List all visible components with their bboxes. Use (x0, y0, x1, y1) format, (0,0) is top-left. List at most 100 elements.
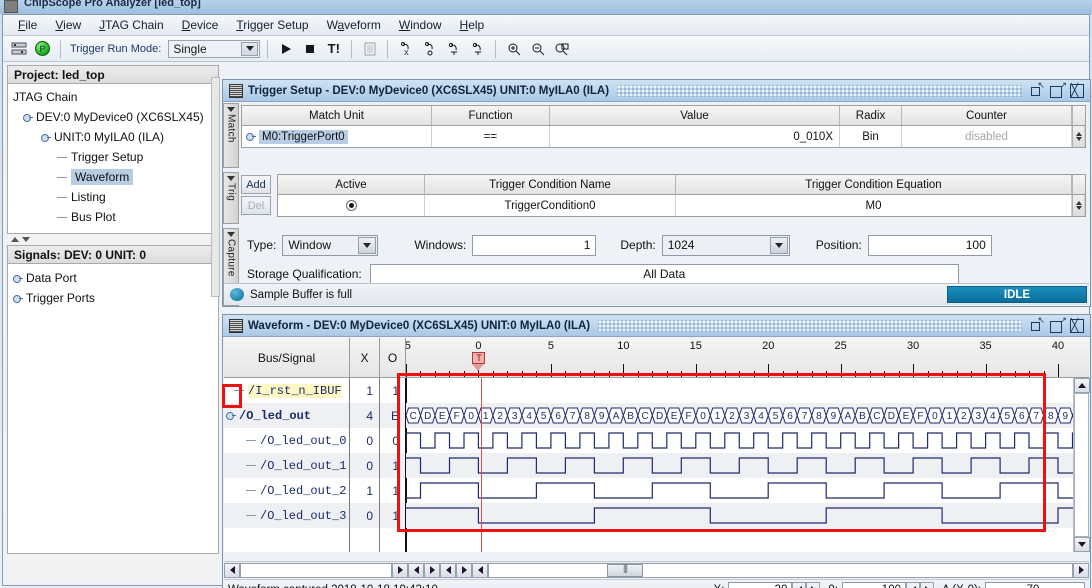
match-grid-scroll[interactable] (1072, 126, 1085, 147)
trig-grid-scroll[interactable] (1072, 195, 1085, 216)
menu-trigger-setup[interactable]: Trigger Setup (227, 16, 317, 34)
menu-help[interactable]: Help (451, 16, 494, 34)
wave-scroll-track[interactable] (488, 563, 1073, 578)
add-button[interactable]: Add (241, 175, 271, 194)
tree-item-bus-plot[interactable]: Bus Plot (13, 207, 218, 227)
maximize-icon[interactable] (1050, 84, 1064, 98)
stop-icon[interactable] (299, 39, 320, 59)
o-scroll-left-button[interactable] (440, 563, 456, 578)
o-scroll-right-button[interactable] (456, 563, 472, 578)
cell-match-unit[interactable]: M0:TriggerPort0 (242, 126, 432, 147)
expand-knob-icon[interactable] (41, 133, 50, 142)
trigger-run-mode-select[interactable]: Single (168, 40, 260, 58)
chevron-down-icon[interactable] (358, 237, 376, 254)
signals-tree[interactable]: Data Port Trigger Ports (7, 264, 219, 554)
waveform-titlebar[interactable]: Waveform - DEV:0 MyDevice0 (XC6SLX45) UN… (223, 315, 1090, 337)
expand-knob-icon[interactable] (226, 411, 235, 420)
close-icon[interactable] (1070, 319, 1084, 333)
tree-item-jtag-chain[interactable]: JTAG Chain (13, 87, 218, 107)
cursor-x-decrement[interactable] (792, 582, 806, 588)
tree-item-waveform[interactable]: Waveform (13, 167, 218, 187)
names-scroll-track[interactable] (240, 563, 392, 578)
cell-value[interactable]: 0_010X (550, 126, 840, 147)
cell-counter[interactable]: disabled (902, 126, 1072, 147)
project-tree[interactable]: JTAG Chain DEV:0 MyDevice0 (XC6SLX45) UN… (7, 84, 219, 234)
close-icon[interactable] (1070, 84, 1084, 98)
x-scroll-right-button[interactable] (424, 563, 440, 578)
wave-scroll-left-button[interactable] (472, 563, 488, 578)
menu-waveform[interactable]: Waveform (318, 16, 390, 34)
trigger-setup-titlebar[interactable]: Trigger Setup - DEV:0 MyDevice0 (XC6SLX4… (223, 80, 1090, 102)
expand-knob-icon[interactable] (13, 294, 22, 303)
waveform-vertical-scrollbar[interactable] (1073, 378, 1089, 552)
del-button[interactable]: Del (241, 196, 271, 215)
wave-scroll-right-button[interactable] (1073, 563, 1089, 578)
tab-trig[interactable]: Trig (223, 172, 239, 224)
tree-item-trigger-setup[interactable]: Trigger Setup (13, 147, 218, 167)
storage-qualification-input[interactable]: All Data (370, 264, 959, 285)
cursor-t-icon[interactable] (443, 39, 464, 59)
expand-knob-icon[interactable] (246, 132, 255, 141)
tree-item-device[interactable]: DEV:0 MyDevice0 (XC6SLX45) (13, 107, 218, 127)
cell-condition-name[interactable]: TriggerCondition0 (425, 195, 676, 216)
table-row[interactable]: M0:TriggerPort0 == 0_010X Bin disabled (241, 126, 1086, 148)
signals-item-trigger-ports[interactable]: Trigger Ports (13, 288, 218, 308)
capture-type-select[interactable]: Window (282, 235, 378, 256)
cell-active[interactable] (278, 195, 425, 216)
minimize-icon[interactable] (1030, 319, 1044, 333)
chevron-down-icon[interactable] (770, 237, 788, 254)
signal-name-row[interactable]: /O_led_out_1 (224, 453, 349, 478)
cell-function[interactable]: == (432, 126, 550, 147)
cell-radix[interactable]: Bin (840, 126, 902, 147)
menu-device[interactable]: Device (173, 16, 228, 34)
cursor-o-decrement[interactable] (906, 582, 920, 588)
signals-item-data-port[interactable]: Data Port (13, 268, 218, 288)
scroll-up-button[interactable] (1074, 378, 1090, 393)
tab-match[interactable]: Match (223, 103, 239, 168)
cursor-x-value[interactable]: -30 (728, 582, 792, 588)
cursor-x-icon[interactable]: X (395, 39, 416, 59)
time-ruler[interactable]: -50510152025303540T (406, 338, 1073, 377)
signal-names-column[interactable]: /I_rst_n_IBUF/O_led_out/O_led_out_0/O_le… (224, 378, 350, 552)
signal-name-row[interactable]: /O_led_out_3 (224, 503, 349, 528)
capture-depth-select[interactable]: 1024 (662, 235, 790, 256)
tree-item-listing[interactable]: Listing (13, 187, 218, 207)
menu-jtag-chain[interactable]: JTAG Chain (90, 16, 172, 34)
cursor-o-increment[interactable] (920, 582, 934, 588)
zoom-out-icon[interactable] (527, 39, 548, 59)
cursor-o-stepper[interactable] (906, 582, 934, 588)
active-radio[interactable] (346, 200, 357, 211)
capture-windows-input[interactable]: 1 (472, 235, 596, 256)
chevron-down-icon[interactable] (227, 107, 235, 112)
maximize-icon[interactable] (1050, 319, 1064, 333)
vertical-splitter[interactable] (211, 77, 220, 297)
cursor-x-line[interactable] (481, 378, 482, 552)
collapse-down-icon[interactable] (22, 237, 30, 242)
vertical-scroll-track[interactable] (1074, 393, 1089, 537)
signal-name-row[interactable]: /O_led_out_0 (224, 428, 349, 453)
cursor-t2-icon[interactable] (467, 39, 488, 59)
signal-name-row[interactable]: /I_rst_n_IBUF (224, 378, 349, 403)
listing-icon[interactable] (359, 39, 380, 59)
waveform-canvas[interactable]: CDEF0123456789ABCDEF0123456789ABCDEF0123… (406, 378, 1073, 552)
chevron-down-icon[interactable] (227, 176, 235, 181)
signal-name-row[interactable]: /O_led_out_2 (224, 478, 349, 503)
table-row[interactable]: TriggerCondition0 M0 (277, 195, 1086, 217)
menu-view[interactable]: View (46, 16, 90, 34)
cursor-x-stepper[interactable] (792, 582, 820, 588)
collapse-up-icon[interactable] (11, 237, 19, 242)
signal-name-row[interactable]: /O_led_out (224, 403, 349, 428)
run-icon[interactable] (275, 39, 296, 59)
names-scroll-right-button[interactable] (392, 563, 408, 578)
chevron-down-icon[interactable] (227, 232, 235, 237)
names-scroll-left-button[interactable] (224, 563, 240, 578)
x-scroll-left-button[interactable] (408, 563, 424, 578)
trigger-marker[interactable]: T (472, 352, 485, 370)
trigger-immediate-icon[interactable]: T! (323, 39, 344, 59)
scroll-down-button[interactable] (1074, 537, 1090, 552)
open-cable-icon[interactable] (8, 39, 29, 59)
cell-condition-equation[interactable]: M0 (676, 195, 1072, 216)
chevron-down-icon[interactable] (241, 42, 258, 56)
capture-position-input[interactable]: 100 (868, 235, 992, 256)
zoom-in-icon[interactable] (503, 39, 524, 59)
